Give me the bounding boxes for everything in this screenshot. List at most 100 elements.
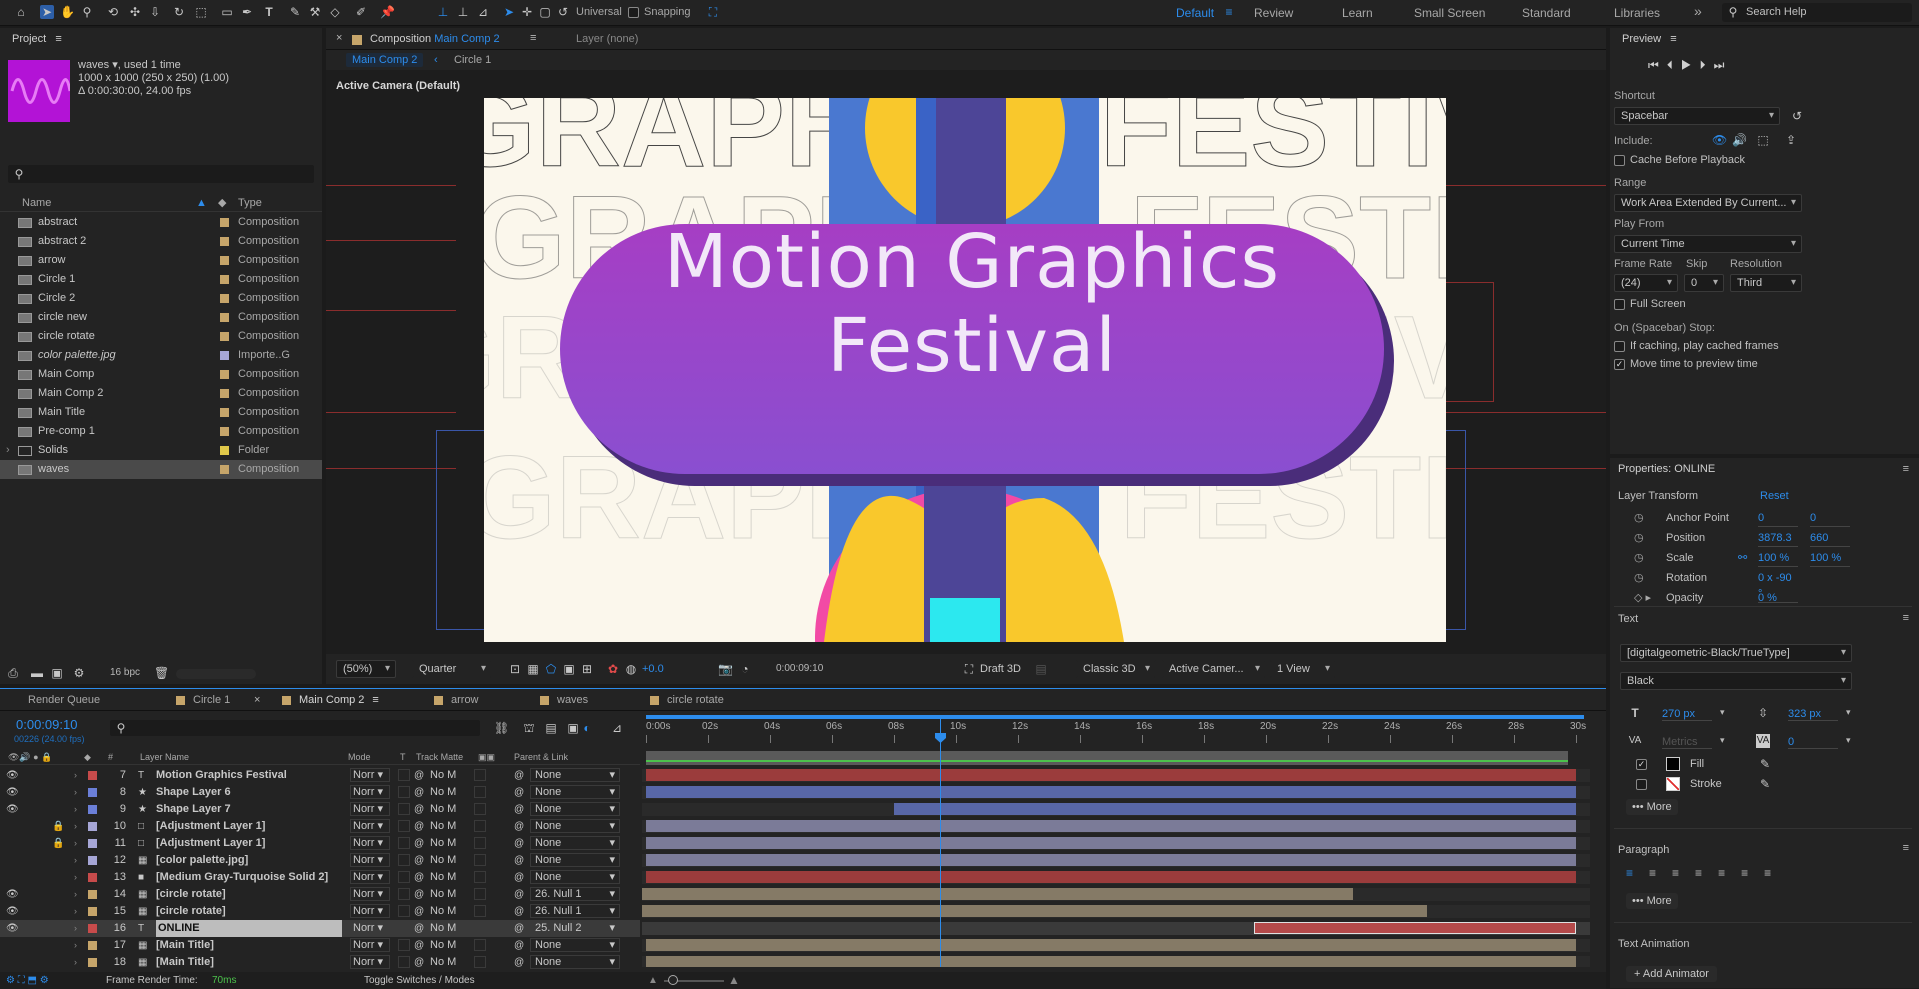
preserve-transparency-box[interactable] [398, 803, 410, 815]
label-swatch[interactable] [220, 351, 229, 360]
project-item[interactable]: abstract Composition [0, 213, 322, 232]
workspace-default[interactable]: Default [1176, 6, 1214, 20]
blend-mode-dropdown[interactable]: Norr ▾ [350, 836, 390, 850]
parent-pickwhip-icon[interactable]: @ [514, 903, 524, 920]
shy-layers-icon[interactable]: ▤ [544, 721, 558, 735]
layer-name[interactable]: [Adjustment Layer 1] [156, 818, 342, 835]
search-help-field[interactable]: ⚲ Search Help [1722, 3, 1912, 22]
project-item[interactable]: Circle 2 Composition [0, 289, 322, 308]
draft-3d-timeline-icon[interactable]: ⛫ [522, 721, 536, 735]
label-swatch[interactable] [220, 332, 229, 341]
expand-layer-icon[interactable]: › [74, 784, 77, 801]
timeline-tab[interactable]: arrow [434, 694, 479, 706]
blend-mode-dropdown[interactable]: Norr ▾ [350, 904, 390, 918]
layer-row[interactable]: 🔒 › 11 □ [Adjustment Layer 1] Norr ▾ @ No M @ Non… [0, 835, 640, 852]
parent-dropdown[interactable]: None ▾ [530, 870, 620, 884]
layer-label-swatch[interactable] [88, 805, 97, 814]
project-settings-icon[interactable]: ⚙ [72, 666, 86, 680]
work-area-range[interactable] [646, 751, 1568, 765]
matte-alpha-box[interactable] [474, 769, 486, 781]
pan-behind-icon[interactable]: ⬚ [194, 5, 208, 19]
zoom-out-icon[interactable]: ▲ [648, 972, 658, 989]
new-composition-icon[interactable]: ▣ [50, 666, 64, 680]
stroke-checkbox[interactable] [1636, 778, 1652, 790]
track-matte-value[interactable]: No M [430, 920, 466, 937]
layer-label-swatch[interactable] [88, 788, 97, 797]
stopwatch-icon[interactable]: ◷ [1634, 508, 1644, 528]
layer-row[interactable]: › 18 ▦ [Main Title] Norr ▾ @ No M @ None ▾ [0, 954, 640, 971]
frame-rate-dropdown[interactable]: (24) [1614, 274, 1678, 292]
track-matte-value[interactable]: No M [430, 954, 466, 971]
full-screen-checkbox[interactable] [1614, 298, 1625, 310]
layer-label-swatch[interactable] [88, 771, 97, 780]
project-item-name[interactable]: waves ▾ [78, 59, 118, 71]
layer-name[interactable]: [circle rotate] [156, 903, 342, 920]
justify-center-icon[interactable]: ≡ [1718, 866, 1741, 880]
matte-pickwhip-icon[interactable]: @ [414, 937, 424, 954]
layer-duration-bar[interactable] [642, 888, 1353, 900]
stopwatch-icon[interactable]: ◷ [1634, 528, 1644, 548]
label-swatch[interactable] [220, 256, 229, 265]
layer-name[interactable]: [color palette.jpg] [156, 852, 342, 869]
workspace-standard[interactable]: Standard [1522, 6, 1571, 20]
timeline-tab[interactable]: Render Queue [28, 694, 100, 706]
track-matte-value[interactable]: No M [430, 818, 466, 835]
layer-duration-bar[interactable] [646, 939, 1576, 951]
puppet-pin-icon[interactable]: 📌 [380, 5, 395, 19]
project-item[interactable]: Main Title Composition [0, 403, 322, 422]
matte-pickwhip-icon[interactable]: @ [414, 835, 424, 852]
visibility-eye-icon[interactable]: 👁 [6, 903, 19, 920]
layer-name[interactable]: [circle rotate] [156, 886, 342, 903]
include-audio-icon[interactable]: 🔊 [1732, 133, 1747, 147]
workspace-small-screen[interactable]: Small Screen [1414, 6, 1485, 20]
matte-pickwhip-icon[interactable]: @ [414, 852, 424, 869]
snap-options-icon[interactable]: ⛶ [706, 5, 720, 19]
project-item[interactable]: Main Comp 2 Composition [0, 384, 322, 403]
transparency-grid-icon[interactable]: ▦ [526, 662, 540, 676]
zoom-tool-icon[interactable]: ⚲ [80, 5, 94, 19]
font-style-dropdown[interactable]: Black [1620, 672, 1852, 690]
time-ruler-area[interactable]: 0:00s 02s 04s 06s 08s 10s 12s 14s 16s 18s 20s 22s 24… [642, 713, 1590, 767]
playhead[interactable] [940, 715, 941, 967]
project-item[interactable]: arrow Composition [0, 251, 322, 270]
blend-mode-dropdown[interactable]: Norr ▾ [350, 853, 390, 867]
include-video-icon[interactable]: 👁 [1712, 133, 1727, 147]
layer-name[interactable]: ONLINE [156, 920, 342, 937]
project-item[interactable]: circle new Composition [0, 308, 322, 327]
project-item[interactable]: Main Comp Composition [0, 365, 322, 384]
layer-name[interactable]: [Main Title] [156, 954, 342, 971]
layer-label-swatch[interactable] [88, 890, 97, 899]
property-value-1[interactable]: 0 [1758, 510, 1798, 527]
justify-all-icon[interactable]: ≡ [1764, 866, 1787, 880]
region-of-interest-icon[interactable]: ▣ [562, 662, 576, 676]
matte-alpha-box[interactable] [474, 854, 486, 866]
matte-alpha-box[interactable] [474, 820, 486, 832]
parent-dropdown[interactable]: None ▾ [530, 955, 620, 969]
constrain-proportions-icon[interactable]: ⚯ [1738, 548, 1747, 568]
align-left-icon[interactable]: ≡ [1626, 866, 1649, 880]
fill-check[interactable]: ✓ [1636, 758, 1647, 770]
close-tab-icon[interactable]: × [254, 694, 260, 706]
layer-name[interactable]: Shape Layer 6 [156, 784, 342, 801]
layer-duration-bar[interactable] [646, 956, 1576, 967]
snapshot-icon[interactable]: 📷 [718, 662, 733, 676]
blend-mode-dropdown[interactable]: Norr ▾ [350, 938, 390, 952]
matte-alpha-box[interactable] [474, 888, 486, 900]
camera-view-dropdown[interactable]: Active Camer... [1162, 660, 1266, 678]
layer-name[interactable]: [Main Title] [156, 937, 342, 954]
blend-mode-dropdown[interactable]: Norr ▾ [350, 802, 390, 816]
expand-layer-icon[interactable]: › [74, 920, 77, 937]
label-swatch[interactable] [220, 408, 229, 417]
matte-alpha-box[interactable] [474, 905, 486, 917]
sort-asc-icon[interactable]: ▲ [196, 194, 207, 212]
next-frame-icon[interactable]: ⏵ [1700, 58, 1714, 72]
layer-row[interactable]: 👁 › 9 ★ Shape Layer 7 Norr ▾ @ No M @ None ▾ [0, 801, 640, 818]
dolly-camera-icon[interactable]: ⇩ [148, 5, 162, 19]
resolution-dropdown[interactable]: Third [1730, 274, 1802, 292]
project-item[interactable]: circle rotate Composition [0, 327, 322, 346]
renderer-dropdown[interactable]: Classic 3D [1076, 660, 1156, 678]
if-caching-option[interactable]: If caching, play cached frames [1614, 340, 1779, 352]
matte-alpha-box[interactable] [474, 956, 486, 968]
stopwatch-icon[interactable]: ◷ [1634, 548, 1644, 568]
parent-dropdown[interactable]: 26. Null 1 ▾ [530, 904, 620, 918]
